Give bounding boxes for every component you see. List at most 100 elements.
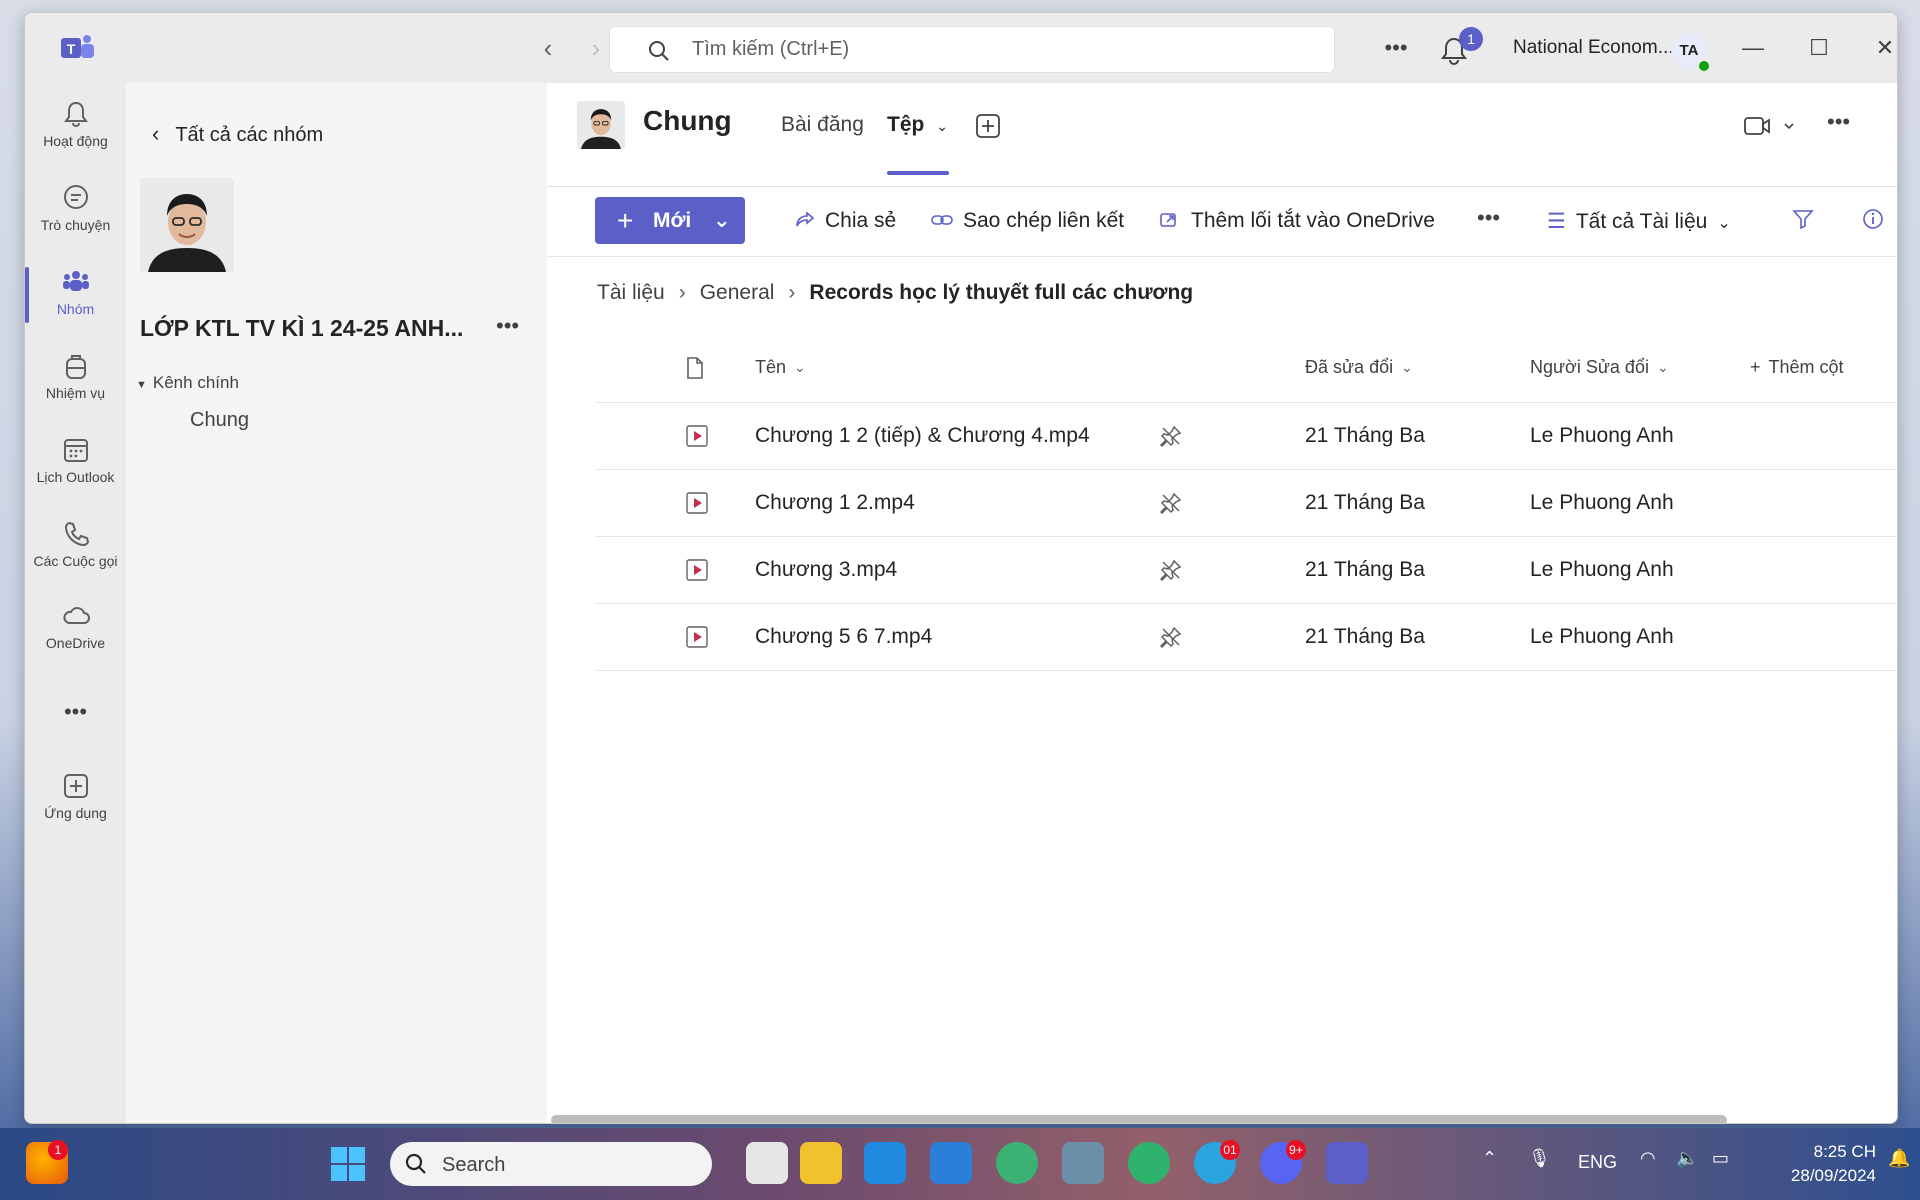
file-name[interactable]: Chương 5 6 7.mp4 xyxy=(755,604,1135,670)
search-box[interactable] xyxy=(609,26,1335,73)
rail-item-calendar[interactable]: Lịch Outlook xyxy=(25,427,126,507)
taskbar-search-label: Search xyxy=(442,1154,506,1176)
rail-item-calls[interactable]: Các Cuộc gọi xyxy=(25,511,126,591)
add-column-label: Thêm cột xyxy=(1768,357,1844,377)
app-green-icon[interactable] xyxy=(996,1142,1038,1184)
pin-icon[interactable] xyxy=(1160,403,1190,469)
file-explorer-icon[interactable] xyxy=(800,1142,842,1184)
file-name[interactable]: Chương 1 2 (tiếp) & Chương 4.mp4 xyxy=(755,403,1135,469)
channel-title: Chung xyxy=(643,105,732,136)
wifi-icon[interactable]: ◠ xyxy=(1640,1148,1656,1169)
add-tab-icon[interactable] xyxy=(975,113,1001,139)
share-button[interactable]: Chia sẻ xyxy=(795,209,896,233)
add-column-button[interactable]: + Thêm cột xyxy=(1750,333,1897,402)
channel-team-avatar xyxy=(577,101,625,149)
tab-posts[interactable]: Bài đăng xyxy=(781,113,864,137)
table-row[interactable]: Chương 1 2 (tiếp) & Chương 4.mp4 21 Thán… xyxy=(595,403,1895,470)
name-column-header[interactable]: Tên ⌄ xyxy=(755,333,1135,402)
pin-icon[interactable] xyxy=(1160,604,1190,670)
rail-label: Nhiệm vụ xyxy=(45,385,106,401)
rail-more-apps[interactable]: ••• xyxy=(25,693,126,733)
battery-icon[interactable]: ▭ xyxy=(1712,1148,1729,1169)
windows-start-icon[interactable] xyxy=(330,1146,366,1182)
rail-item-activity[interactable]: Hoạt động xyxy=(25,91,126,171)
view-selector[interactable]: ☰ Tất cả Tài liệu ⌄ xyxy=(1547,209,1731,234)
add-shortcut-label: Thêm lối tắt vào OneDrive xyxy=(1191,209,1435,232)
file-name[interactable]: Chương 3.mp4 xyxy=(755,537,1135,603)
forward-arrow-icon[interactable]: › xyxy=(583,35,609,61)
rail-item-apps[interactable]: Ứng dụng xyxy=(25,763,126,843)
chevron-down-icon: ⌄ xyxy=(1401,359,1413,375)
app-cube-icon[interactable] xyxy=(1062,1142,1104,1184)
app-green-circle-icon[interactable] xyxy=(1128,1142,1170,1184)
toolbar-more-icon[interactable]: ••• xyxy=(1477,205,1500,231)
back-arrow-icon[interactable]: ‹ xyxy=(535,35,561,61)
add-app-icon xyxy=(63,774,88,798)
add-shortcut-button[interactable]: Thêm lối tắt vào OneDrive xyxy=(1159,209,1435,233)
language-indicator[interactable]: ENG xyxy=(1578,1152,1617,1173)
task-view-icon[interactable] xyxy=(746,1142,788,1184)
pin-icon[interactable] xyxy=(1160,537,1190,603)
rail-item-assignments[interactable]: Nhiệm vụ xyxy=(25,343,126,423)
taskbar-search[interactable]: Search xyxy=(390,1142,712,1186)
todo-icon[interactable] xyxy=(864,1142,906,1184)
document-icon xyxy=(687,356,703,379)
close-icon[interactable]: ✕ xyxy=(1870,33,1897,63)
teams-taskbar-icon[interactable] xyxy=(1326,1142,1368,1184)
team-more-options-icon[interactable]: ••• xyxy=(496,313,519,339)
file-modified-by[interactable]: Le Phuong Anh xyxy=(1530,604,1730,670)
copy-link-button[interactable]: Sao chép liên kết xyxy=(931,209,1124,233)
search-icon xyxy=(405,1153,426,1174)
new-button[interactable]: + Mới ⌄ xyxy=(595,197,745,244)
table-row[interactable]: Chương 1 2.mp4 21 Tháng Ba Le Phuong Anh xyxy=(595,470,1895,537)
meet-now-button[interactable] xyxy=(1743,113,1803,144)
minimize-icon[interactable]: — xyxy=(1738,33,1768,63)
modified-column-header[interactable]: Đã sửa đổi ⌄ xyxy=(1305,333,1505,402)
file-type-column-header[interactable] xyxy=(685,333,715,402)
breadcrumb-item-documents[interactable]: Tài liệu xyxy=(597,281,665,304)
telegram-badge: 01 xyxy=(1220,1140,1240,1160)
video-file-icon xyxy=(685,403,715,469)
info-icon[interactable] xyxy=(1861,207,1885,231)
channel-item-chung[interactable]: Chung xyxy=(190,409,249,432)
team-avatar[interactable] xyxy=(140,178,234,272)
file-modified-by[interactable]: Le Phuong Anh xyxy=(1530,403,1730,469)
rail-item-onedrive[interactable]: OneDrive xyxy=(25,593,126,673)
filter-icon[interactable] xyxy=(1791,207,1815,231)
channels-section-header[interactable]: ▼ Kênh chính xyxy=(136,373,239,393)
horizontal-scrollbar[interactable] xyxy=(551,1115,1727,1123)
channel-more-options-icon[interactable]: ••• xyxy=(1827,109,1850,135)
name-column-label: Tên xyxy=(755,357,787,377)
microphone-icon[interactable]: 🎙 xyxy=(1528,1148,1551,1169)
table-row[interactable]: Chương 3.mp4 21 Tháng Ba Le Phuong Anh xyxy=(595,537,1895,604)
search-input[interactable] xyxy=(692,27,1292,72)
breadcrumb-item-general[interactable]: General xyxy=(700,281,775,304)
team-avatar-image xyxy=(140,178,234,272)
chevron-right-icon: › xyxy=(788,281,796,304)
file-modified-by[interactable]: Le Phuong Anh xyxy=(1530,537,1730,603)
team-pane: ‹ Tất cả các nhóm LỚP KTL TV KÌ 1 24-25 A… xyxy=(126,83,547,1123)
file-modified-by[interactable]: Le Phuong Anh xyxy=(1530,470,1730,536)
file-modified: 21 Tháng Ba xyxy=(1305,558,1425,581)
system-clock[interactable]: 8:25 CH 28/09/2024 xyxy=(1756,1140,1876,1188)
rail-item-teams[interactable]: Nhóm xyxy=(25,259,126,339)
chat-icon xyxy=(63,185,88,209)
maximize-icon[interactable]: ☐ xyxy=(1804,33,1834,63)
org-switcher[interactable]: National Econom... xyxy=(1513,37,1674,59)
show-hidden-icons-icon[interactable]: ⌃ xyxy=(1482,1148,1497,1169)
notification-center-icon[interactable]: 🔔 xyxy=(1888,1148,1910,1169)
teams-logo-icon: T xyxy=(61,35,94,58)
clock-date: 28/09/2024 xyxy=(1790,1166,1876,1185)
vscode-icon[interactable] xyxy=(930,1142,972,1184)
modified-by-column-header[interactable]: Người Sửa đổi ⌄ xyxy=(1530,333,1730,402)
file-name[interactable]: Chương 1 2.mp4 xyxy=(755,470,1135,536)
rail-item-chat[interactable]: Trò chuyện xyxy=(25,175,126,255)
volume-icon[interactable]: 🔈 xyxy=(1676,1148,1698,1169)
pin-icon[interactable] xyxy=(1160,470,1190,536)
more-options-icon[interactable]: ••• xyxy=(1381,35,1411,60)
cloud-icon xyxy=(62,607,90,624)
all-teams-back-link[interactable]: ‹ Tất cả các nhóm xyxy=(152,121,323,147)
tab-files[interactable]: Tệp ⌄ xyxy=(887,113,948,137)
file-modified: 21 Tháng Ba xyxy=(1305,424,1425,447)
table-row[interactable]: Chương 5 6 7.mp4 21 Tháng Ba Le Phuong A… xyxy=(595,604,1895,671)
